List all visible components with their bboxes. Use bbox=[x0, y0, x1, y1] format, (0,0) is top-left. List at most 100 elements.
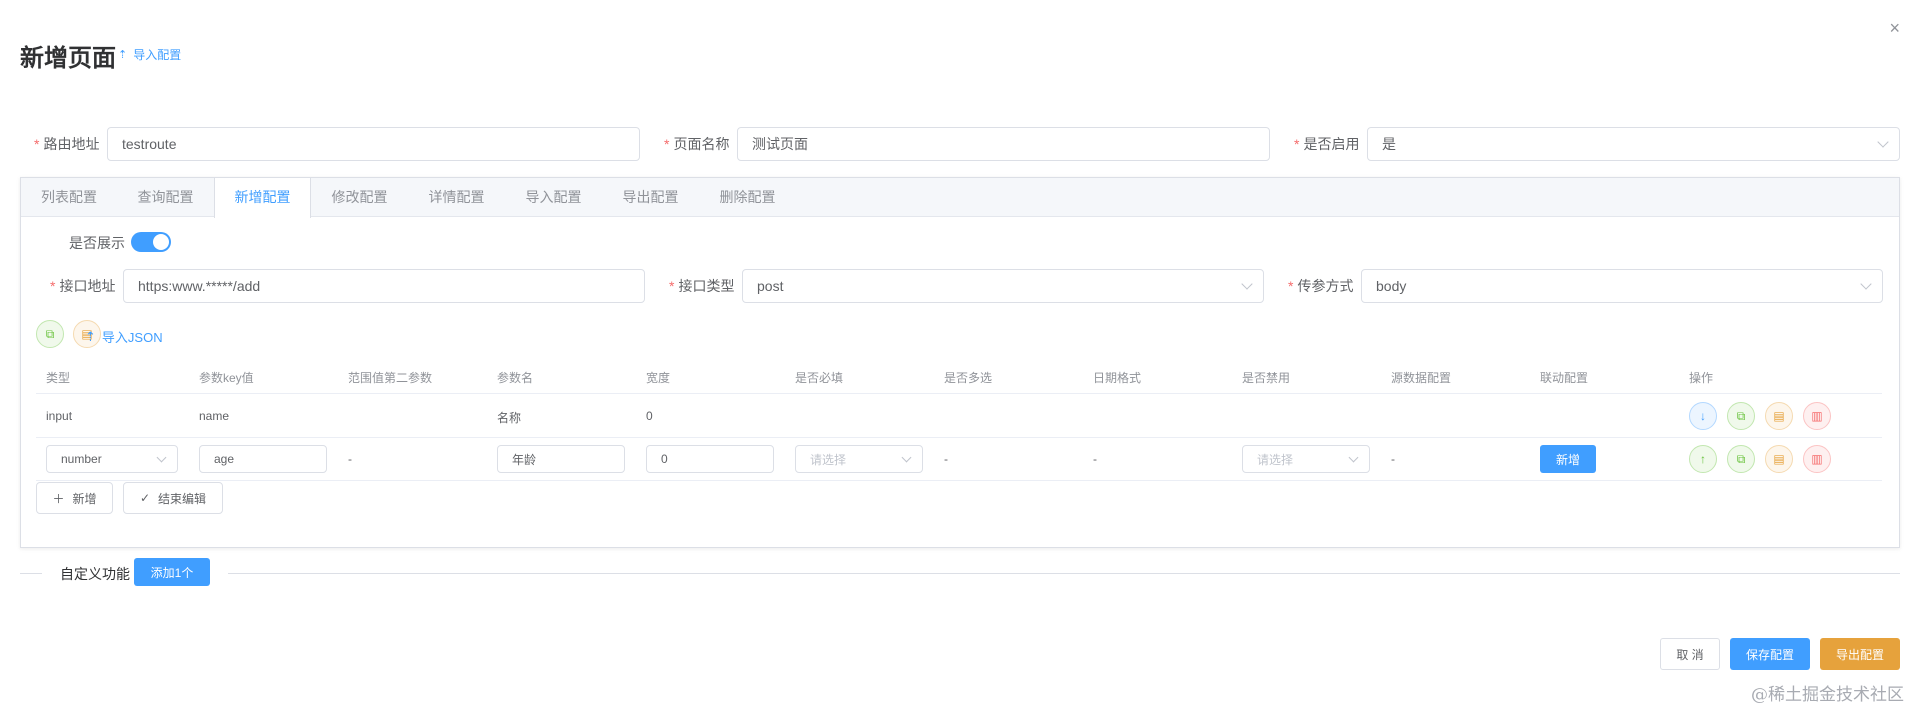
route-label: * 路由地址 bbox=[34, 136, 100, 152]
api-form-row: * 接口地址 https:www.*****/add * 接口类型 post * 传参… bbox=[0, 269, 1920, 303]
copy-icon[interactable]: ⧉ bbox=[1727, 445, 1755, 473]
th-key: 参数key值 bbox=[199, 371, 254, 385]
tab-list-config[interactable]: 列表配置 bbox=[21, 178, 117, 217]
export-config-button[interactable]: 导出配置 bbox=[1820, 638, 1900, 670]
add-row-button[interactable]: ＋ 新增 bbox=[36, 482, 113, 514]
param-mode-value: body bbox=[1376, 278, 1407, 294]
th-date-format: 日期格式 bbox=[1093, 371, 1142, 385]
show-switch-label: 是否展示 bbox=[69, 235, 125, 251]
param-mode-select[interactable]: body bbox=[1361, 269, 1883, 303]
required-select[interactable]: 请选择 bbox=[795, 445, 923, 473]
required-select-placeholder: 请选择 bbox=[810, 452, 847, 467]
api-type-form-item: * 接口类型 bbox=[669, 269, 734, 303]
tab-query-config[interactable]: 查询配置 bbox=[117, 178, 214, 217]
name-input-value: 年龄 bbox=[512, 452, 537, 467]
watermark: @稀土掘金技术社区 bbox=[1751, 685, 1904, 705]
th-width: 宽度 bbox=[646, 371, 671, 385]
th-required: 是否必填 bbox=[795, 371, 844, 385]
th-name: 参数名 bbox=[497, 371, 534, 385]
type-select-value: number bbox=[61, 452, 102, 466]
tab-detail-config[interactable]: 详情配置 bbox=[408, 178, 505, 217]
upload-icon: ⇡ bbox=[118, 49, 128, 61]
tab-import-config[interactable]: 导入配置 bbox=[505, 178, 602, 217]
param-mode-form-item: * 传参方式 bbox=[1288, 269, 1353, 303]
width-input[interactable]: 0 bbox=[646, 445, 774, 473]
route-input[interactable]: testroute bbox=[107, 127, 640, 161]
table-row: input name 名称 0 ↓ ⧉ ▤ ▥ bbox=[36, 394, 1882, 438]
plus-icon: ＋ bbox=[52, 491, 65, 506]
width-input-value: 0 bbox=[661, 452, 668, 466]
import-json-label: 导入JSON bbox=[101, 330, 163, 345]
api-type-select[interactable]: post bbox=[742, 269, 1264, 303]
enabled-select[interactable]: 是 bbox=[1367, 127, 1900, 161]
enabled-select-value: 是 bbox=[1382, 136, 1396, 152]
document-icon[interactable]: ▤ bbox=[1765, 402, 1793, 430]
tab-edit-config[interactable]: 修改配置 bbox=[311, 178, 408, 217]
cell-width: 0 bbox=[646, 409, 653, 423]
import-config-link[interactable]: ⇡ 导入配置 bbox=[118, 46, 181, 63]
key-input-value: age bbox=[214, 452, 235, 466]
finish-edit-label: 结束编辑 bbox=[158, 491, 207, 506]
th-link: 联动配置 bbox=[1540, 371, 1589, 385]
cell-date-format: - bbox=[1093, 452, 1097, 466]
page-form-row: * 路由地址 testroute * 页面名称 测试页面 * 是否启用 是 bbox=[0, 127, 1920, 161]
finish-edit-button[interactable]: ✓ 结束编辑 bbox=[123, 482, 223, 514]
route-form-item: * 路由地址 bbox=[34, 127, 99, 161]
tabs-header: 列表配置 查询配置 新增配置 修改配置 详情配置 导入配置 导出配置 删除配置 bbox=[21, 178, 1899, 218]
tab-export-config[interactable]: 导出配置 bbox=[602, 178, 699, 217]
cancel-button[interactable]: 取 消 bbox=[1660, 638, 1720, 670]
api-url-label: * 接口地址 bbox=[50, 278, 116, 294]
chevron-down-icon bbox=[1877, 136, 1889, 148]
param-mode-label: * 传参方式 bbox=[1288, 278, 1354, 294]
tab-add-config[interactable]: 新增配置 bbox=[214, 178, 311, 218]
show-switch[interactable] bbox=[131, 232, 171, 252]
dialog-title: 新增页面 bbox=[20, 44, 116, 72]
document-icon[interactable]: ▤ bbox=[1765, 445, 1793, 473]
add-one-button[interactable]: 添加1个 bbox=[134, 558, 210, 586]
disabled-select[interactable]: 请选择 bbox=[1242, 445, 1370, 473]
api-type-label: * 接口类型 bbox=[669, 278, 735, 294]
api-url-value: https:www.*****/add bbox=[138, 278, 261, 294]
arrow-down-icon[interactable]: ↓ bbox=[1689, 402, 1717, 430]
arrow-up-icon[interactable]: ↑ bbox=[1689, 445, 1717, 473]
th-actions: 操作 bbox=[1689, 371, 1714, 385]
cell-source: - bbox=[1391, 452, 1395, 466]
th-type: 类型 bbox=[46, 371, 71, 385]
divider-right bbox=[228, 573, 1900, 574]
add-row-label: 新增 bbox=[72, 491, 97, 506]
th-source: 源数据配置 bbox=[1391, 371, 1452, 385]
type-select[interactable]: number bbox=[46, 445, 178, 473]
copy-icon[interactable]: ⧉ bbox=[36, 320, 64, 348]
th-disabled: 是否禁用 bbox=[1242, 371, 1291, 385]
upload-icon: ⇡ bbox=[85, 328, 96, 344]
cell-type: input bbox=[46, 409, 73, 423]
delete-icon[interactable]: ▥ bbox=[1803, 402, 1831, 430]
chevron-down-icon bbox=[1348, 452, 1359, 463]
cell-key: name bbox=[199, 409, 230, 423]
delete-icon[interactable]: ▥ bbox=[1803, 445, 1831, 473]
disabled-select-placeholder: 请选择 bbox=[1257, 452, 1294, 467]
close-icon[interactable]: × bbox=[1889, 18, 1900, 39]
page-name-label: * 页面名称 bbox=[664, 136, 730, 152]
key-input[interactable]: age bbox=[199, 445, 327, 473]
custom-functions-label: 自定义功能 bbox=[60, 566, 130, 582]
link-config-add-button[interactable]: 新增 bbox=[1540, 445, 1596, 473]
page-name-input[interactable]: 测试页面 bbox=[737, 127, 1270, 161]
enabled-form-item: * 是否启用 bbox=[1294, 127, 1359, 161]
chevron-down-icon bbox=[1860, 278, 1872, 290]
save-config-button[interactable]: 保存配置 bbox=[1730, 638, 1810, 670]
cell-multi: - bbox=[944, 452, 948, 466]
copy-icon[interactable]: ⧉ bbox=[1727, 402, 1755, 430]
table-row: number age - 年龄 0 请选择 - - 请选择 - 新增 ↑ ⧉ ▤… bbox=[36, 438, 1882, 481]
switch-knob bbox=[153, 234, 169, 250]
import-json-link[interactable]: ⇡ 导入JSON bbox=[85, 327, 163, 346]
tab-delete-config[interactable]: 删除配置 bbox=[699, 178, 796, 217]
api-url-input[interactable]: https:www.*****/add bbox=[123, 269, 645, 303]
chevron-down-icon bbox=[156, 452, 167, 463]
page-name-form-item: * 页面名称 bbox=[664, 127, 729, 161]
page-name-input-value: 测试页面 bbox=[752, 136, 808, 152]
divider-left bbox=[20, 573, 42, 574]
table-header: 类型 参数key值 范围值第二参数 参数名 宽度 是否必填 是否多选 日期格式 … bbox=[36, 360, 1882, 394]
cell-name: 名称 bbox=[497, 411, 522, 425]
name-input[interactable]: 年龄 bbox=[497, 445, 625, 473]
